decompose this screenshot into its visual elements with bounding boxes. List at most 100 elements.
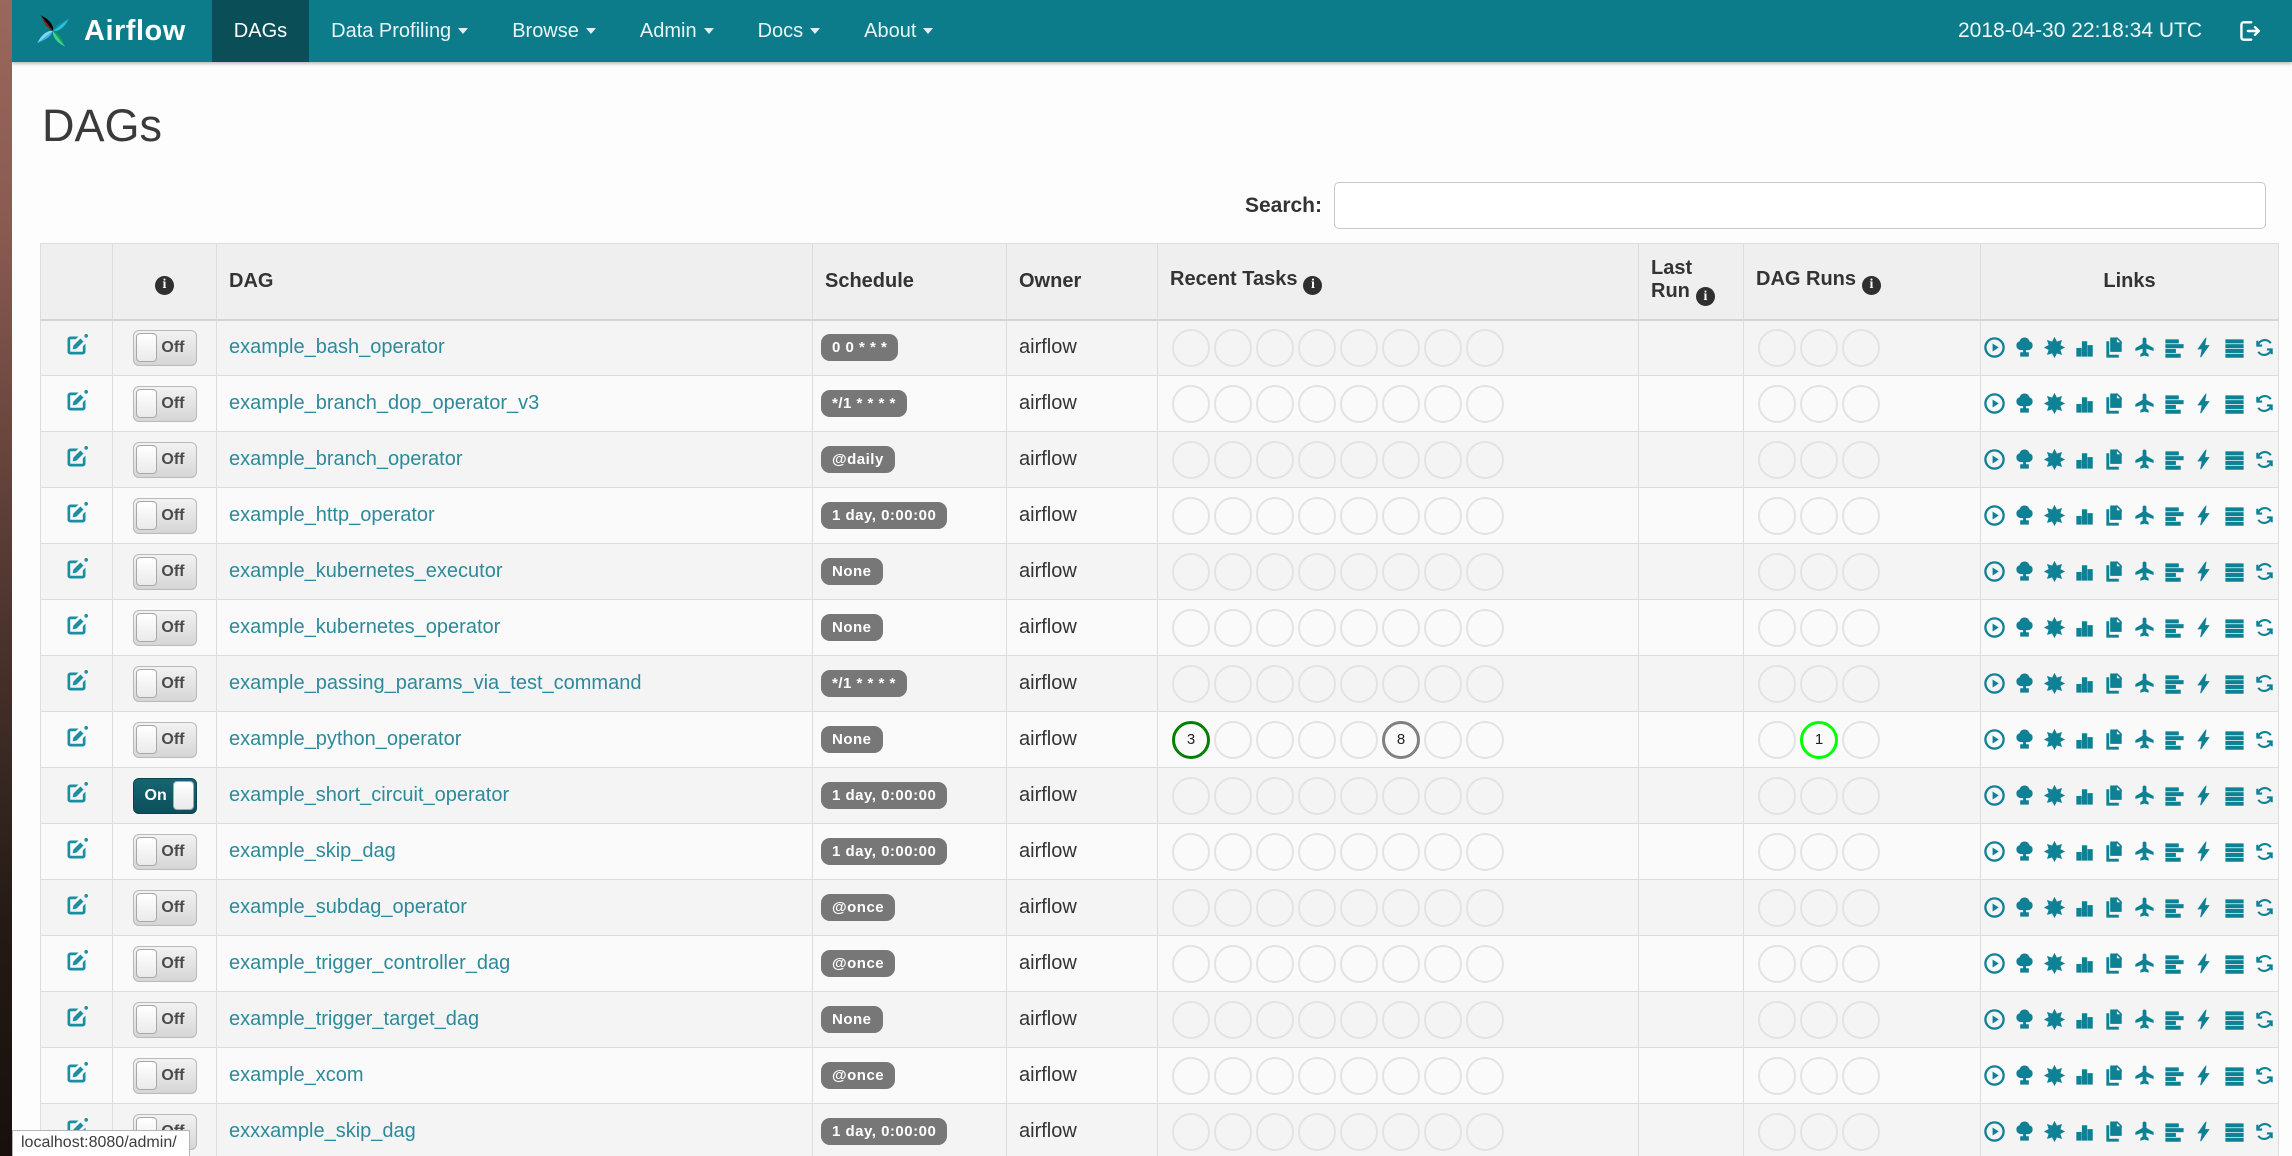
trigger-dag-icon[interactable] [1983, 1008, 2006, 1031]
refresh-icon[interactable] [2253, 336, 2276, 359]
graph-view-icon[interactable] [2043, 840, 2066, 863]
graph-view-icon[interactable] [2043, 1120, 2066, 1143]
dag-run-circle[interactable] [1800, 384, 1838, 423]
dag-run-circle[interactable] [1758, 552, 1796, 591]
task-tries-icon[interactable] [2103, 1064, 2126, 1087]
dag-toggle[interactable]: Off [132, 665, 197, 702]
dag-run-circle[interactable] [1800, 496, 1838, 535]
gantt-view-icon[interactable] [2163, 1008, 2186, 1031]
graph-view-icon[interactable] [2043, 560, 2066, 583]
task-state-circle[interactable] [1214, 608, 1252, 647]
dag-run-circle[interactable] [1842, 328, 1880, 367]
dag-run-circle[interactable] [1842, 944, 1880, 983]
logs-icon[interactable] [2223, 728, 2246, 751]
task-state-circle[interactable] [1298, 552, 1336, 591]
task-state-circle[interactable] [1424, 944, 1462, 983]
edit-dag-button[interactable] [63, 669, 90, 699]
trigger-dag-icon[interactable] [1983, 1120, 2006, 1143]
trigger-dag-icon[interactable] [1983, 336, 2006, 359]
task-state-circle[interactable] [1466, 1000, 1504, 1039]
tree-view-icon[interactable] [2013, 728, 2036, 751]
dag-toggle[interactable]: Off [132, 833, 197, 870]
dag-run-circle[interactable] [1842, 776, 1880, 815]
gantt-view-icon[interactable] [2163, 448, 2186, 471]
task-state-circle[interactable] [1172, 608, 1210, 647]
task-state-circle[interactable] [1256, 832, 1294, 871]
task-state-circle[interactable] [1424, 328, 1462, 367]
edit-dag-button[interactable] [63, 333, 90, 363]
task-state-circle[interactable] [1214, 384, 1252, 423]
logs-icon[interactable] [2223, 560, 2246, 583]
toggle-handle[interactable] [135, 836, 157, 866]
task-state-circle[interactable] [1424, 552, 1462, 591]
task-state-circle[interactable] [1214, 496, 1252, 535]
tree-view-icon[interactable] [2013, 616, 2036, 639]
task-tries-icon[interactable] [2103, 392, 2126, 415]
task-state-circle[interactable] [1298, 1112, 1336, 1151]
trigger-dag-icon[interactable] [1983, 616, 2006, 639]
refresh-icon[interactable] [2253, 952, 2276, 975]
task-duration-icon[interactable] [2073, 448, 2096, 471]
toggle-handle[interactable] [135, 500, 157, 530]
refresh-icon[interactable] [2253, 504, 2276, 527]
logs-icon[interactable] [2223, 448, 2246, 471]
nav-item-browse[interactable]: Browse [490, 0, 618, 62]
dag-run-circle[interactable] [1800, 944, 1838, 983]
task-state-circle[interactable] [1214, 720, 1252, 759]
dag-run-circle[interactable] [1842, 384, 1880, 423]
nav-item-dags[interactable]: DAGs [211, 0, 310, 62]
task-state-circle[interactable] [1214, 776, 1252, 815]
task-state-circle[interactable] [1382, 1112, 1420, 1151]
task-state-circle[interactable] [1466, 552, 1504, 591]
toggle-handle[interactable] [135, 388, 157, 418]
task-state-circle[interactable] [1256, 776, 1294, 815]
code-view-icon[interactable] [2193, 336, 2216, 359]
logs-icon[interactable] [2223, 392, 2246, 415]
tree-view-icon[interactable] [2013, 336, 2036, 359]
trigger-dag-icon[interactable] [1983, 448, 2006, 471]
task-state-circle[interactable] [1256, 1056, 1294, 1095]
gantt-view-icon[interactable] [2163, 616, 2186, 639]
refresh-icon[interactable] [2253, 672, 2276, 695]
code-view-icon[interactable] [2193, 448, 2216, 471]
code-view-icon[interactable] [2193, 616, 2216, 639]
landing-times-icon[interactable] [2133, 1008, 2156, 1031]
task-state-circle[interactable] [1172, 664, 1210, 703]
task-state-circle[interactable] [1424, 1056, 1462, 1095]
task-state-circle[interactable] [1172, 1000, 1210, 1039]
task-state-circle[interactable] [1340, 944, 1378, 983]
task-tries-icon[interactable] [2103, 336, 2126, 359]
task-state-circle[interactable] [1172, 496, 1210, 535]
dag-run-circle[interactable] [1800, 1112, 1838, 1151]
task-tries-icon[interactable] [2103, 1008, 2126, 1031]
logs-icon[interactable] [2223, 1064, 2246, 1087]
task-state-circle[interactable] [1298, 440, 1336, 479]
dag-run-circle[interactable] [1758, 888, 1796, 927]
toggle-handle[interactable] [135, 332, 157, 362]
tree-view-icon[interactable] [2013, 672, 2036, 695]
toggle-handle[interactable] [135, 892, 157, 922]
gantt-view-icon[interactable] [2163, 1064, 2186, 1087]
code-view-icon[interactable] [2193, 1120, 2216, 1143]
task-duration-icon[interactable] [2073, 616, 2096, 639]
task-state-circle[interactable] [1382, 384, 1420, 423]
dag-link[interactable]: exxxample_skip_dag [225, 1120, 416, 1142]
task-state-circle[interactable] [1382, 328, 1420, 367]
task-state-circle[interactable] [1340, 776, 1378, 815]
refresh-icon[interactable] [2253, 896, 2276, 919]
tree-view-icon[interactable] [2013, 504, 2036, 527]
graph-view-icon[interactable] [2043, 1008, 2066, 1031]
tree-view-icon[interactable] [2013, 1120, 2036, 1143]
landing-times-icon[interactable] [2133, 560, 2156, 583]
trigger-dag-icon[interactable] [1983, 560, 2006, 583]
code-view-icon[interactable] [2193, 896, 2216, 919]
code-view-icon[interactable] [2193, 1064, 2216, 1087]
trigger-dag-icon[interactable] [1983, 840, 2006, 863]
dag-run-circle[interactable] [1842, 496, 1880, 535]
dag-link[interactable]: example_branch_operator [225, 448, 463, 470]
task-state-circle[interactable] [1340, 888, 1378, 927]
landing-times-icon[interactable] [2133, 952, 2156, 975]
logs-icon[interactable] [2223, 616, 2246, 639]
task-tries-icon[interactable] [2103, 840, 2126, 863]
refresh-icon[interactable] [2253, 1008, 2276, 1031]
